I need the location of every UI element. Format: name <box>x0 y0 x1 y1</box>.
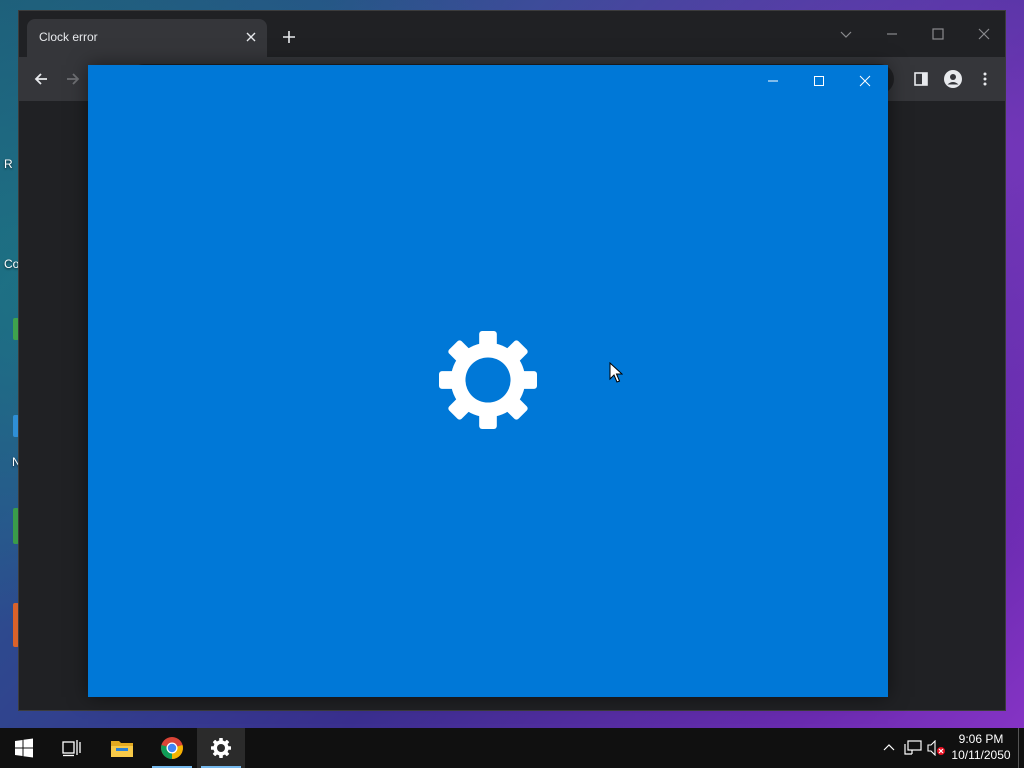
task-view-icon <box>62 740 81 757</box>
file-explorer-button[interactable] <box>98 728 146 768</box>
chevron-down-icon[interactable] <box>831 19 861 49</box>
gear-icon <box>439 331 537 429</box>
folder-icon <box>111 741 133 757</box>
tab-strip: Clock error <box>19 11 1005 57</box>
start-button[interactable] <box>0 728 48 768</box>
more-options-icon[interactable] <box>975 69 995 89</box>
clock-time: 9:06 PM <box>958 732 1004 746</box>
volume-muted-icon[interactable] <box>927 738 947 758</box>
mouse-cursor-icon <box>609 362 623 383</box>
tab-title: Clock error <box>39 30 98 44</box>
system-clock[interactable]: 9:06 PM 10/11/2050 <box>948 731 1014 765</box>
profile-icon[interactable] <box>943 69 963 89</box>
chrome-icon <box>161 737 183 759</box>
maximize-icon[interactable] <box>804 70 834 92</box>
clock-date: 10/11/2050 <box>951 748 1011 762</box>
task-view-button[interactable] <box>48 728 96 768</box>
chrome-button[interactable] <box>148 728 196 768</box>
network-icon[interactable] <box>903 738 923 758</box>
desktop-icon-label[interactable]: R <box>4 157 13 171</box>
side-panel-icon[interactable] <box>911 69 931 89</box>
browser-tab[interactable]: Clock error <box>27 19 267 57</box>
windows-logo-icon <box>15 738 33 758</box>
settings-app-window <box>88 65 888 697</box>
minimize-icon[interactable] <box>758 70 788 92</box>
chevron-up-icon[interactable] <box>879 738 899 758</box>
back-arrow-icon[interactable] <box>31 69 51 89</box>
maximize-icon[interactable] <box>923 19 953 49</box>
plus-icon[interactable] <box>279 27 299 47</box>
show-desktop-button[interactable] <box>1018 728 1024 768</box>
close-icon[interactable] <box>243 29 259 45</box>
close-icon[interactable] <box>969 19 999 49</box>
gear-icon <box>211 738 231 758</box>
settings-taskbar-button[interactable] <box>197 728 245 768</box>
taskbar: 9:06 PM 10/11/2050 <box>0 728 1024 768</box>
close-icon[interactable] <box>850 70 880 92</box>
minimize-icon[interactable] <box>877 19 907 49</box>
forward-arrow-icon[interactable] <box>63 69 83 89</box>
